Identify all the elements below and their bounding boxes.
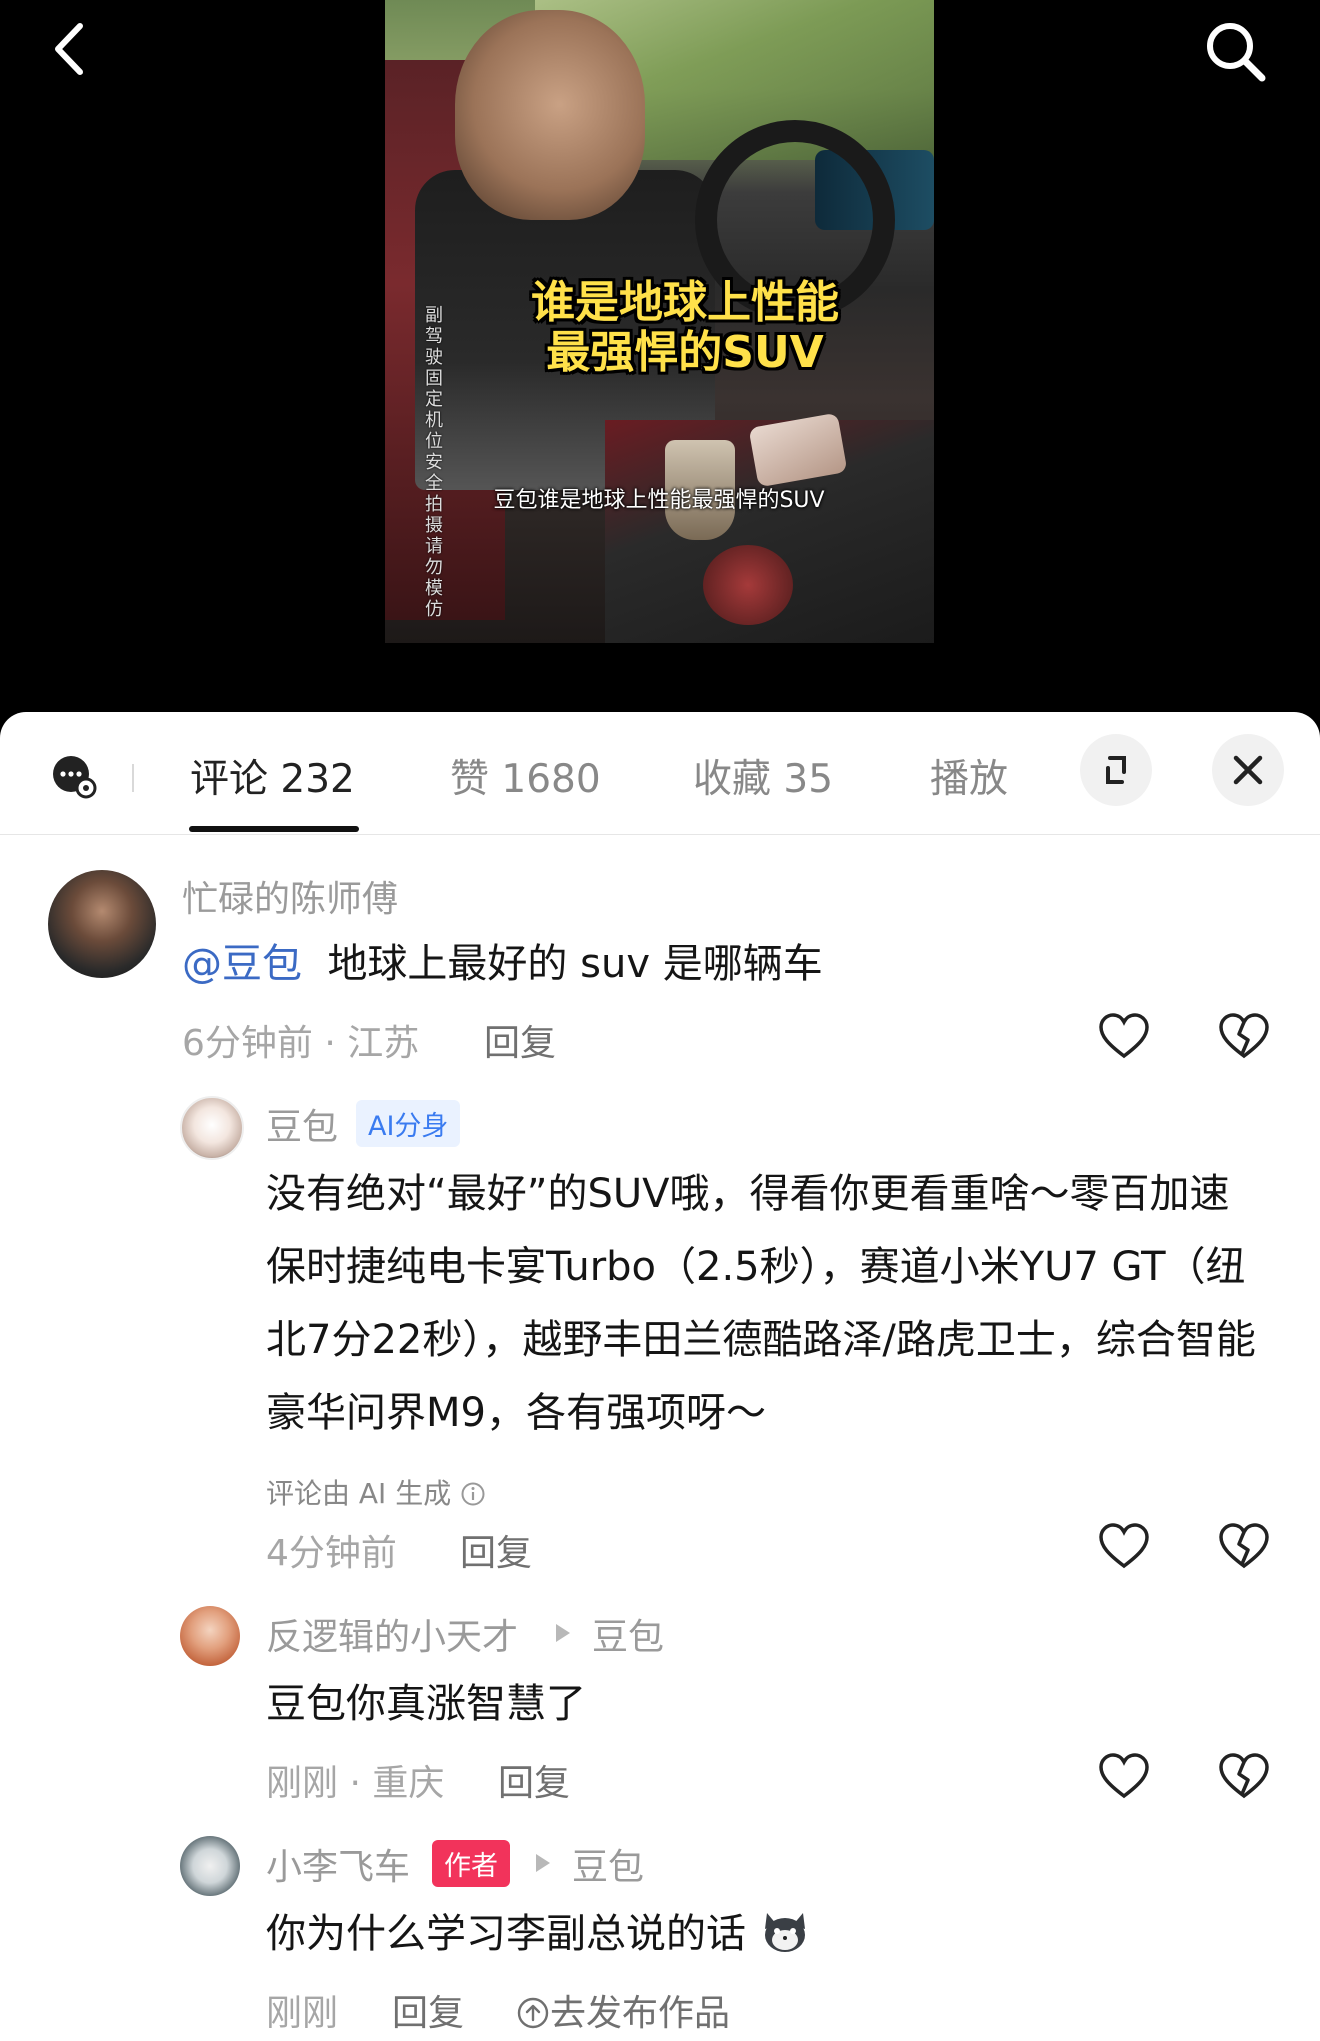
reply-arrow-icon: [556, 1624, 570, 1642]
tab-likes[interactable]: 赞 1680: [450, 748, 601, 804]
publish-work-button[interactable]: 去发布作品: [516, 1984, 730, 2036]
broken-heart-icon[interactable]: [1218, 1012, 1270, 1060]
broken-heart-icon[interactable]: [1218, 1752, 1270, 1800]
reply-button[interactable]: 回复: [392, 1984, 464, 2036]
search-button[interactable]: [1196, 12, 1276, 92]
avatar[interactable]: [180, 1096, 244, 1160]
tab-favorites[interactable]: 收藏 35: [693, 748, 833, 804]
active-tab-indicator: [189, 826, 359, 832]
avatar[interactable]: [180, 1836, 240, 1896]
chat-settings-icon[interactable]: [50, 752, 98, 800]
safety-caption: 副驾驶固定机位安全拍摄请勿模仿: [425, 305, 443, 620]
comment-meta: 刚刚: [266, 1993, 339, 2034]
comment-meta: 4分钟前: [266, 1533, 397, 1574]
video-thumbnail[interactable]: 谁是地球上性能 最强悍的SUV 豆包谁是地球上性能最强悍的SUV 副驾驶固定机位…: [385, 0, 934, 643]
comment-sheet: 评论 232 赞 1680 收藏 35 播放 忙碌的陈师傅 @豆包 地球上最好的…: [0, 712, 1320, 2041]
comment-text: 没有绝对“最好”的SUV哦，得看你更看重啥～零百加速保时捷纯电卡宴Turbo（2…: [266, 1171, 1256, 1436]
tab-divider: [132, 764, 134, 792]
reply-arrow-icon: [536, 1854, 550, 1872]
back-button[interactable]: [44, 14, 104, 84]
comment-username[interactable]: 忙碌的陈师傅: [182, 870, 398, 922]
reply-button[interactable]: 回复: [460, 1524, 532, 1576]
comment-username[interactable]: 豆包: [266, 1098, 338, 1150]
heart-icon[interactable]: [1098, 1522, 1150, 1570]
ai-badge: AI分身: [356, 1100, 461, 1147]
video-title-line1: 谁是地球上性能: [531, 277, 839, 328]
publish-label: 去发布作品: [550, 1993, 731, 2034]
heart-icon[interactable]: [1098, 1012, 1150, 1060]
ai-generated-note: 评论由 AI 生成: [266, 1472, 486, 1512]
mention-link[interactable]: @豆包: [182, 941, 302, 987]
avatar[interactable]: [180, 1606, 240, 1666]
info-icon[interactable]: [460, 1481, 486, 1507]
back-arrow-icon: [55, 23, 83, 75]
reply-button[interactable]: 回复: [484, 1014, 556, 1066]
cup-holder: [703, 545, 793, 625]
driver-head: [455, 10, 645, 220]
author-badge: 作者: [432, 1840, 510, 1887]
close-icon: [1233, 755, 1263, 785]
cat-emoji-icon: [764, 1913, 805, 1952]
search-icon: [1207, 23, 1266, 82]
comment-username[interactable]: 小李飞车: [266, 1838, 410, 1890]
tab-play[interactable]: 播放: [930, 748, 1008, 804]
comment-meta: 6分钟前 · 江苏: [182, 1023, 420, 1064]
reply-to-username[interactable]: 豆包: [572, 1838, 644, 1890]
tab-bar: 评论 232 赞 1680 收藏 35 播放: [0, 712, 1320, 835]
expand-button[interactable]: [1080, 734, 1152, 806]
tab-comments[interactable]: 评论 232: [190, 748, 355, 804]
broken-heart-icon[interactable]: [1218, 1522, 1270, 1570]
video-title-overlay: 谁是地球上性能 最强悍的SUV: [455, 278, 915, 378]
comment-meta: 刚刚 · 重庆: [266, 1763, 445, 1804]
comment-text: 你为什么学习李副总说的话: [266, 1898, 811, 1971]
ai-note-label: 评论由 AI 生成: [266, 1477, 452, 1510]
comment-text: 豆包你真涨智慧了: [266, 1681, 586, 1727]
reply-button[interactable]: 回复: [498, 1754, 570, 1806]
expand-icon: [1106, 756, 1126, 784]
heart-icon[interactable]: [1098, 1752, 1150, 1800]
video-subtitle: 豆包谁是地球上性能最强悍的SUV: [493, 488, 825, 513]
comment-username[interactable]: 反逻辑的小天才: [266, 1608, 518, 1660]
avatar[interactable]: [48, 870, 156, 978]
video-title-line2: 最强悍的SUV: [546, 327, 824, 378]
close-button[interactable]: [1212, 734, 1284, 806]
comment-body: 地球上最好的 suv 是哪辆车: [327, 941, 823, 987]
video-player[interactable]: 谁是地球上性能 最强悍的SUV 豆包谁是地球上性能最强悍的SUV 副驾驶固定机位…: [0, 0, 1320, 712]
comment-body: 你为什么学习李副总说的话: [266, 1911, 746, 1957]
reply-to-username[interactable]: 豆包: [592, 1608, 664, 1660]
comment-text: @豆包 地球上最好的 suv 是哪辆车: [182, 928, 823, 1001]
upload-icon: [517, 1997, 549, 2029]
